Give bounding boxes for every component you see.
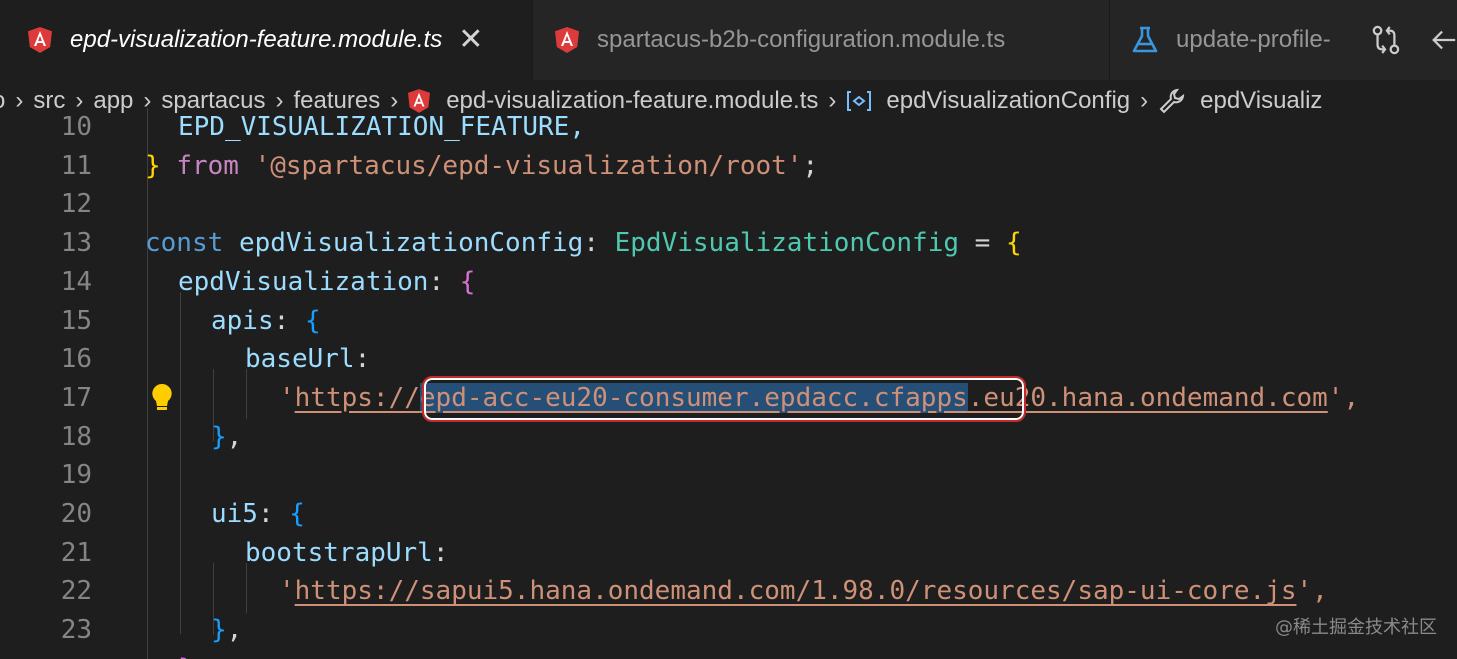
line-number: 21 xyxy=(60,537,92,568)
code-token: } xyxy=(211,421,227,452)
code-line: 15 apis: { xyxy=(0,302,1457,341)
code-token: { xyxy=(304,305,321,336)
code-token: , xyxy=(226,421,243,452)
code-line: 17 'https://epd-acc-eu20-consumer.epdacc… xyxy=(0,375,1457,422)
editor-actions xyxy=(1349,0,1457,80)
code-text: apis: { xyxy=(211,302,321,341)
code-token: EpdVisualizationConfig xyxy=(614,228,959,259)
code-token[interactable]: https://sapui5.hana.ondemand.com/1.98.0/… xyxy=(295,576,1297,606)
code-text: } from '@spartacus/epd-visualization/roo… xyxy=(145,147,818,186)
code-token: , xyxy=(226,615,243,646)
code-text: bootstrapUrl: xyxy=(245,534,449,573)
code-token: apis xyxy=(211,305,274,336)
code-token: ', xyxy=(1296,576,1328,607)
watermark: @稀土掘金技术社区 xyxy=(1275,617,1437,638)
line-number: 15 xyxy=(60,305,92,336)
code-token: ui5 xyxy=(211,499,258,529)
code-text: EPD_VISUALIZATION_FEATURE, xyxy=(178,112,585,142)
code-token: : xyxy=(428,266,460,297)
code-line: 19 xyxy=(0,456,1457,495)
code-token: : xyxy=(273,305,305,336)
line-number: 10 xyxy=(60,112,92,142)
code-token: ' xyxy=(279,576,295,607)
code-editor[interactable]: 10 EPD_VISUALIZATION_FEATURE, 11 } from … xyxy=(0,108,1457,659)
code-token: = xyxy=(959,228,1006,259)
line-number: 17 xyxy=(60,382,92,413)
code-line: 22 'https://sapui5.hana.ondemand.com/1.9… xyxy=(0,572,1457,611)
tab-label: spartacus-b2b-configuration.module.ts xyxy=(597,26,1006,53)
code-token: '@spartacus/epd-visualization/root' xyxy=(254,150,803,181)
code-token: : xyxy=(583,228,599,259)
code-token: : xyxy=(432,537,449,568)
code-token: ; xyxy=(802,150,819,181)
line-number: 13 xyxy=(60,228,92,259)
tab-label: epd-visualization-feature.module.ts xyxy=(70,26,443,53)
code-line: 23 }, xyxy=(0,611,1457,650)
flask-icon xyxy=(1132,26,1158,53)
code-line: 18 }, xyxy=(0,418,1457,457)
code-text: } xyxy=(178,650,194,659)
code-line: 10 EPD_VISUALIZATION_FEATURE, xyxy=(0,108,1457,147)
angular-icon xyxy=(555,27,579,53)
tab-label: update-profile- xyxy=(1176,26,1331,53)
code-token: bootstrapUrl xyxy=(245,537,433,568)
lightbulb-icon[interactable] xyxy=(150,383,174,413)
go-back-icon[interactable] xyxy=(1429,25,1457,55)
code-token: { xyxy=(289,499,305,529)
line-number: 16 xyxy=(60,344,92,375)
line-number: 23 xyxy=(60,615,92,646)
code-token: baseUrl xyxy=(245,344,355,375)
compare-changes-icon[interactable] xyxy=(1371,23,1401,57)
code-text: const epdVisualizationConfig: EpdVisuali… xyxy=(145,224,1022,263)
code-text: baseUrl: xyxy=(245,340,370,379)
code-line: 20 ui5: { xyxy=(0,495,1457,534)
code-line: 21 bootstrapUrl: xyxy=(0,534,1457,573)
angular-icon xyxy=(28,27,52,53)
code-token: { xyxy=(459,266,476,297)
tab-bar: epd-visualization-feature.module.ts ✕ sp… xyxy=(0,0,1457,80)
line-number: 19 xyxy=(60,460,92,491)
code-text: 'https://sapui5.hana.ondemand.com/1.98.0… xyxy=(279,572,1328,611)
code-token: { xyxy=(1005,228,1022,259)
code-token: } xyxy=(211,615,227,646)
line-number: 14 xyxy=(60,266,92,297)
close-icon[interactable]: ✕ xyxy=(458,25,483,55)
line-number: 11 xyxy=(60,150,92,181)
code-line: } xyxy=(0,650,1457,659)
code-token: } xyxy=(145,150,161,181)
code-line: 11 } from '@spartacus/epd-visualization/… xyxy=(0,147,1457,186)
tab-update-profile[interactable]: update-profile- xyxy=(1110,0,1349,80)
code-text: }, xyxy=(211,611,242,650)
highlight-box xyxy=(422,375,1026,422)
line-number: 22 xyxy=(60,576,92,607)
code-token[interactable]: https:// xyxy=(295,383,420,413)
tab-epd-visualization-feature[interactable]: epd-visualization-feature.module.ts ✕ xyxy=(0,0,532,80)
code-token: : xyxy=(354,344,371,375)
line-number: 18 xyxy=(60,421,92,452)
code-token: epdVisualizationConfig xyxy=(238,228,584,259)
code-line: 12 xyxy=(0,185,1457,224)
code-text: }, xyxy=(211,418,242,457)
code-token: epdVisualization xyxy=(178,266,429,297)
code-line: 16 baseUrl: xyxy=(0,340,1457,379)
tab-spartacus-b2b-configuration[interactable]: spartacus-b2b-configuration.module.ts xyxy=(533,0,1109,80)
code-token: : xyxy=(257,499,290,529)
code-token: ', xyxy=(1327,382,1360,413)
code-text: ui5: { xyxy=(211,495,305,534)
code-token: ' xyxy=(279,382,295,413)
code-line: 13 const epdVisualizationConfig: EpdVisu… xyxy=(0,224,1457,263)
line-number: 20 xyxy=(60,499,92,529)
code-token: const xyxy=(145,228,224,259)
code-text: epdVisualization: { xyxy=(178,263,475,302)
code-token: from xyxy=(176,150,239,181)
code-line: 14 epdVisualization: { xyxy=(0,263,1457,302)
line-number: 12 xyxy=(60,189,92,220)
